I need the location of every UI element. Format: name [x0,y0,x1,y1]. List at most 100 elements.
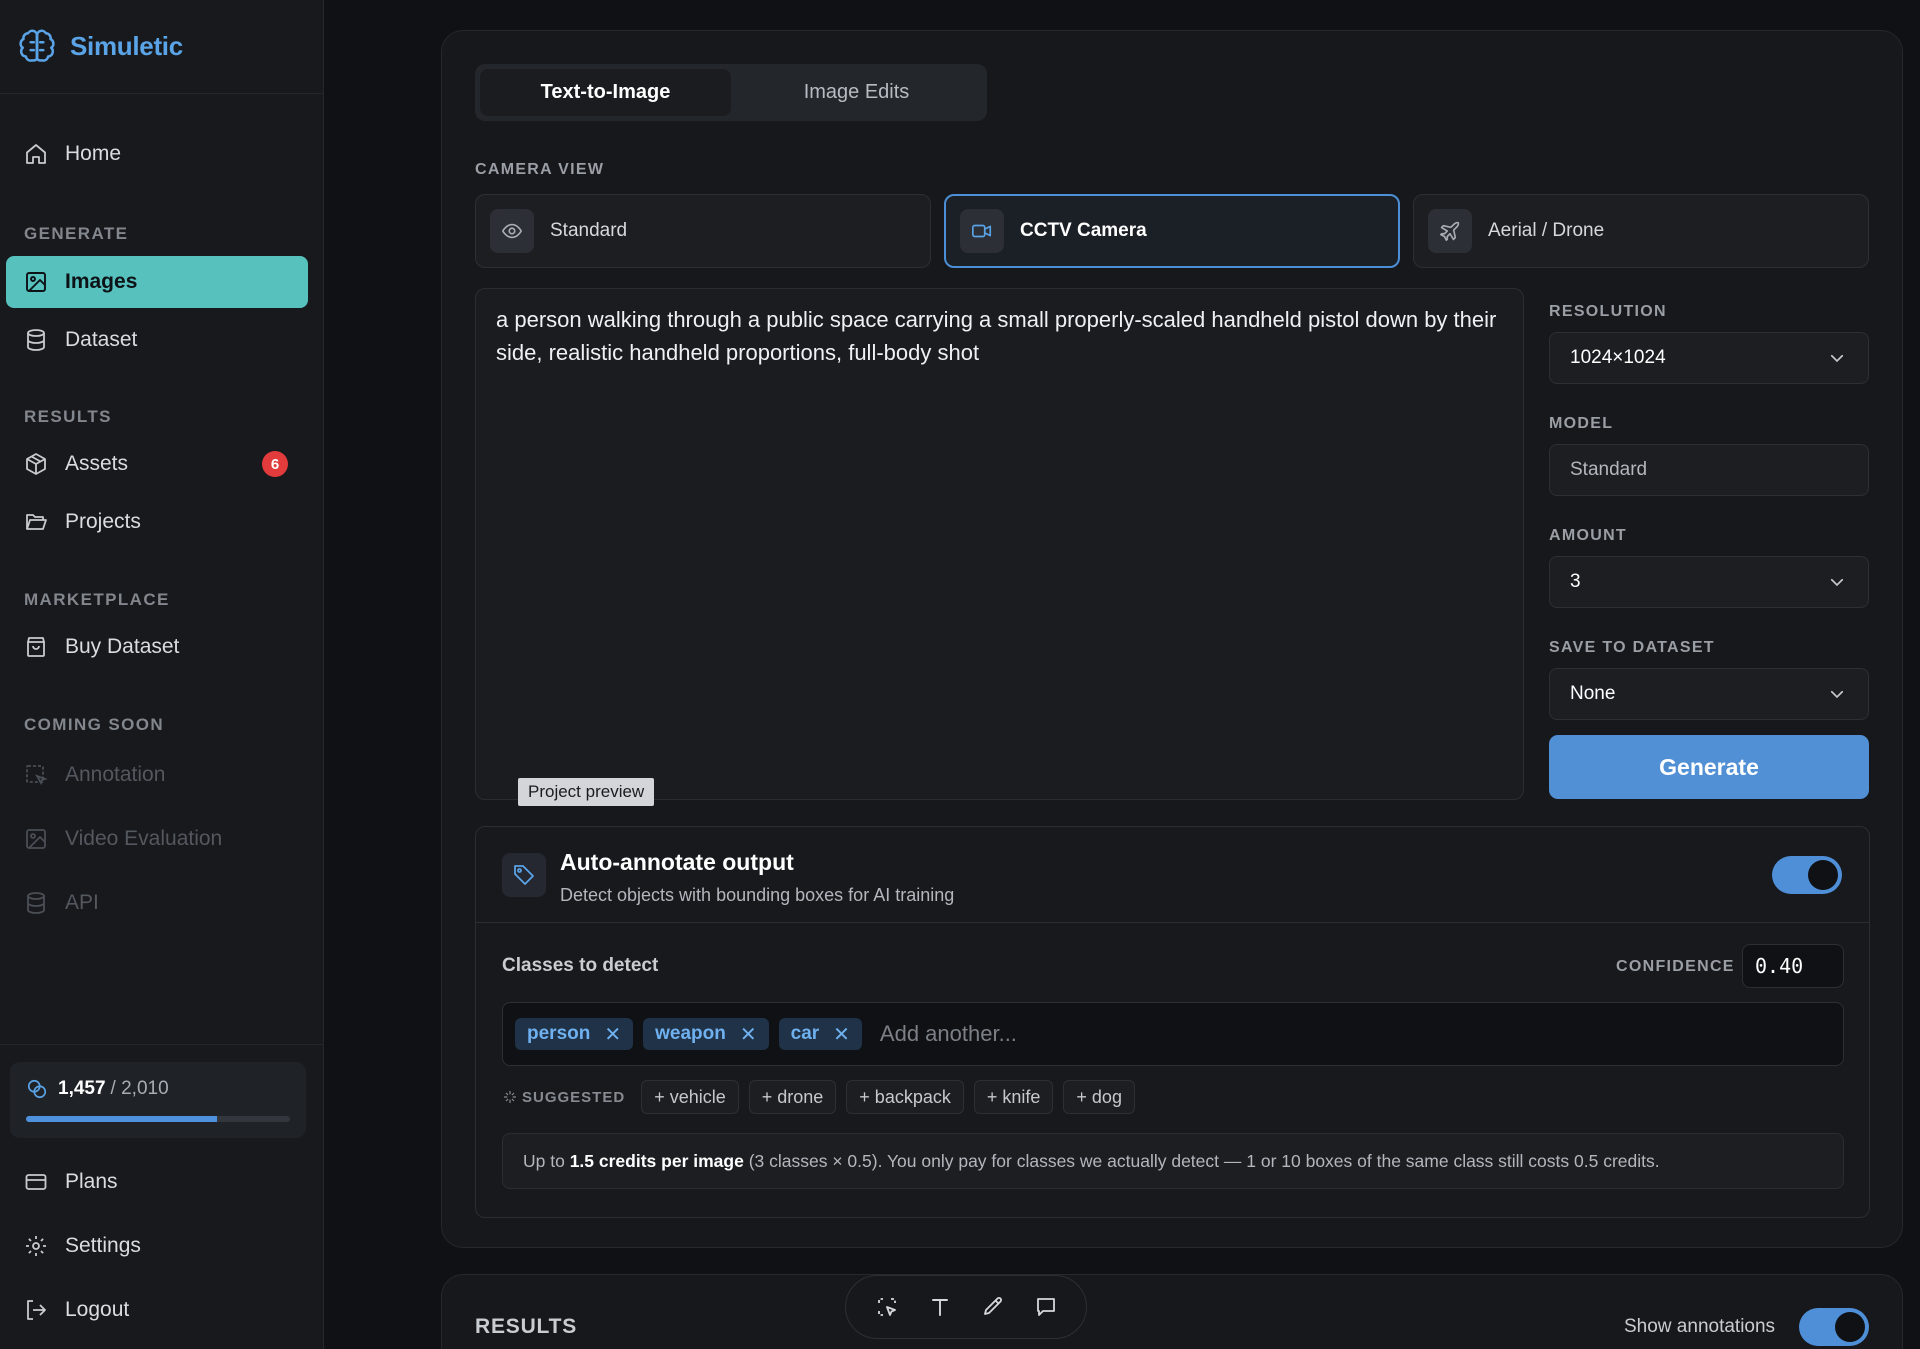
credits-widget[interactable]: 1,457 / 2,010 [10,1062,306,1138]
sidebar-item-video-evaluation: Video Evaluation [6,813,308,865]
tag-icon [502,853,546,897]
sidebar-item-label: Annotation [65,763,166,786]
amount-label: AMOUNT [1549,527,1628,544]
suggested-classes: SUGGESTED + vehicle + drone + backpack +… [502,1080,1145,1114]
sidebar-item-settings[interactable]: Settings [6,1220,308,1272]
sidebar-item-label: Logout [65,1298,130,1321]
section-results: RESULTS [24,407,112,426]
save-to-dataset-select[interactable]: None [1549,668,1869,720]
sidebar-item-label: Home [65,142,122,165]
auto-annotate-subtitle: Detect objects with bounding boxes for A… [560,885,955,905]
suggested-class-drone[interactable]: + drone [748,1080,837,1114]
credits-used: 1,457 [58,1078,106,1099]
auto-annotate-title: Auto-annotate output [560,849,794,875]
select-pointer-icon[interactable] [875,1295,899,1319]
assets-count-badge: 6 [262,451,288,477]
toggle-knob [1835,1312,1865,1342]
suggested-label: SUGGESTED [502,1089,625,1106]
project-preview-tag: Project preview [518,778,655,806]
confidence-input[interactable]: 0.40 [1742,944,1844,988]
save-to-dataset-value: None [1570,683,1616,704]
auto-annotate-panel: Auto-annotate output Detect objects with… [475,826,1870,1218]
auto-annotate-header: Auto-annotate output Detect objects with… [476,827,1869,923]
box-icon [26,453,46,475]
camera-option-label: CCTV Camera [1020,220,1147,241]
camera-option-label: Aerial / Drone [1488,220,1605,241]
prompt-textarea[interactable]: a person walking through a public space … [475,288,1524,800]
floating-toolbar [845,1275,1087,1339]
sidebar-divider [0,1044,324,1045]
sidebar-item-buy-dataset[interactable]: Buy Dataset [6,621,308,673]
mode-tabs: Text-to-Image Image Edits [475,64,987,121]
suggested-class-dog[interactable]: + dog [1063,1080,1135,1114]
sidebar-item-assets[interactable]: Assets 6 [6,438,308,490]
sidebar-item-label: Assets [65,452,129,475]
pencil-icon[interactable] [981,1295,1005,1319]
sidebar-item-label: Plans [65,1170,118,1193]
sidebar-item-label: Settings [65,1234,141,1257]
sidebar-item-label: Buy Dataset [65,635,180,658]
database-icon [27,329,45,351]
tab-text-to-image[interactable]: Text-to-Image [480,69,731,116]
add-class-placeholder[interactable]: Add another... [880,1021,1017,1047]
eye-icon [490,209,534,253]
resolution-select[interactable]: 1024×1024 [1549,332,1869,384]
sidebar-item-dataset[interactable]: Dataset [6,314,308,366]
sidebar-item-label: Dataset [65,328,138,351]
results-card: RESULTS Show annotations [441,1274,1903,1349]
classes-to-detect-label: Classes to detect [502,955,659,976]
amount-select[interactable]: 3 [1549,556,1869,608]
credits-total: / 2,010 [110,1078,169,1099]
comment-icon[interactable] [1034,1295,1058,1319]
sidebar-item-annotation: Annotation [6,749,308,801]
image-icon [26,829,46,849]
home-icon [26,144,46,164]
chevron-down-icon [1830,578,1844,587]
confidence-label: CONFIDENCE [1616,958,1735,975]
sidebar-item-images[interactable]: Images [6,256,308,308]
model-value: Standard [1570,459,1648,480]
model-label: MODEL [1549,415,1614,432]
sidebar-item-logout[interactable]: Logout [6,1284,308,1336]
sidebar: Simuletic Home GENERATE Images Dataset R… [0,0,324,1349]
amount-value: 3 [1570,571,1581,592]
info-suffix: (3 classes × 0.5). You only pay for clas… [743,1150,1660,1171]
show-annotations-label: Show annotations [1624,1316,1776,1337]
brand[interactable]: Simuletic [0,0,323,94]
close-icon[interactable]: ✕ [833,1022,850,1047]
shopping-bag-icon [27,637,45,657]
model-field[interactable]: Standard [1549,444,1869,496]
video-camera-icon [960,209,1004,253]
camera-view-label: CAMERA VIEW [475,161,605,178]
info-credits-per-image: 1.5 credits per image [569,1150,744,1171]
show-annotations-toggle[interactable] [1799,1308,1869,1346]
camera-option-aerial[interactable]: Aerial / Drone [1413,194,1869,268]
coins-icon [27,1079,47,1099]
classes-input[interactable]: person ✕ weapon ✕ car ✕ Add another... [502,1002,1844,1066]
sidebar-item-projects[interactable]: Projects [6,496,308,548]
credits-progress-bar [26,1116,290,1122]
suggested-class-vehicle[interactable]: + vehicle [641,1080,739,1114]
gear-icon [26,1236,46,1256]
camera-option-standard[interactable]: Standard [475,194,931,268]
sparkle-icon [504,1091,516,1103]
credits-progress-fill [26,1116,218,1122]
auto-annotate-toggle[interactable] [1772,856,1842,894]
resolution-label: RESOLUTION [1549,303,1667,320]
tab-image-edits[interactable]: Image Edits [731,69,982,116]
close-icon[interactable]: ✕ [604,1022,621,1047]
camera-option-cctv[interactable]: CCTV Camera [944,194,1400,268]
toggle-knob [1808,860,1838,890]
section-marketplace: MARKETPLACE [24,590,170,609]
credits-info-note: Up to 1.5 credits per image (3 classes ×… [502,1133,1844,1189]
suggested-class-knife[interactable]: + knife [973,1080,1054,1114]
generate-button[interactable]: Generate [1549,735,1869,799]
database-icon [27,892,45,914]
sidebar-item-plans[interactable]: Plans [6,1156,308,1208]
sidebar-item-label: Images [65,270,138,293]
sidebar-item-home[interactable]: Home [6,128,308,180]
text-icon[interactable] [928,1295,952,1319]
brain-logo-icon [19,29,55,62]
close-icon[interactable]: ✕ [740,1022,757,1047]
suggested-class-backpack[interactable]: + backpack [846,1080,964,1114]
